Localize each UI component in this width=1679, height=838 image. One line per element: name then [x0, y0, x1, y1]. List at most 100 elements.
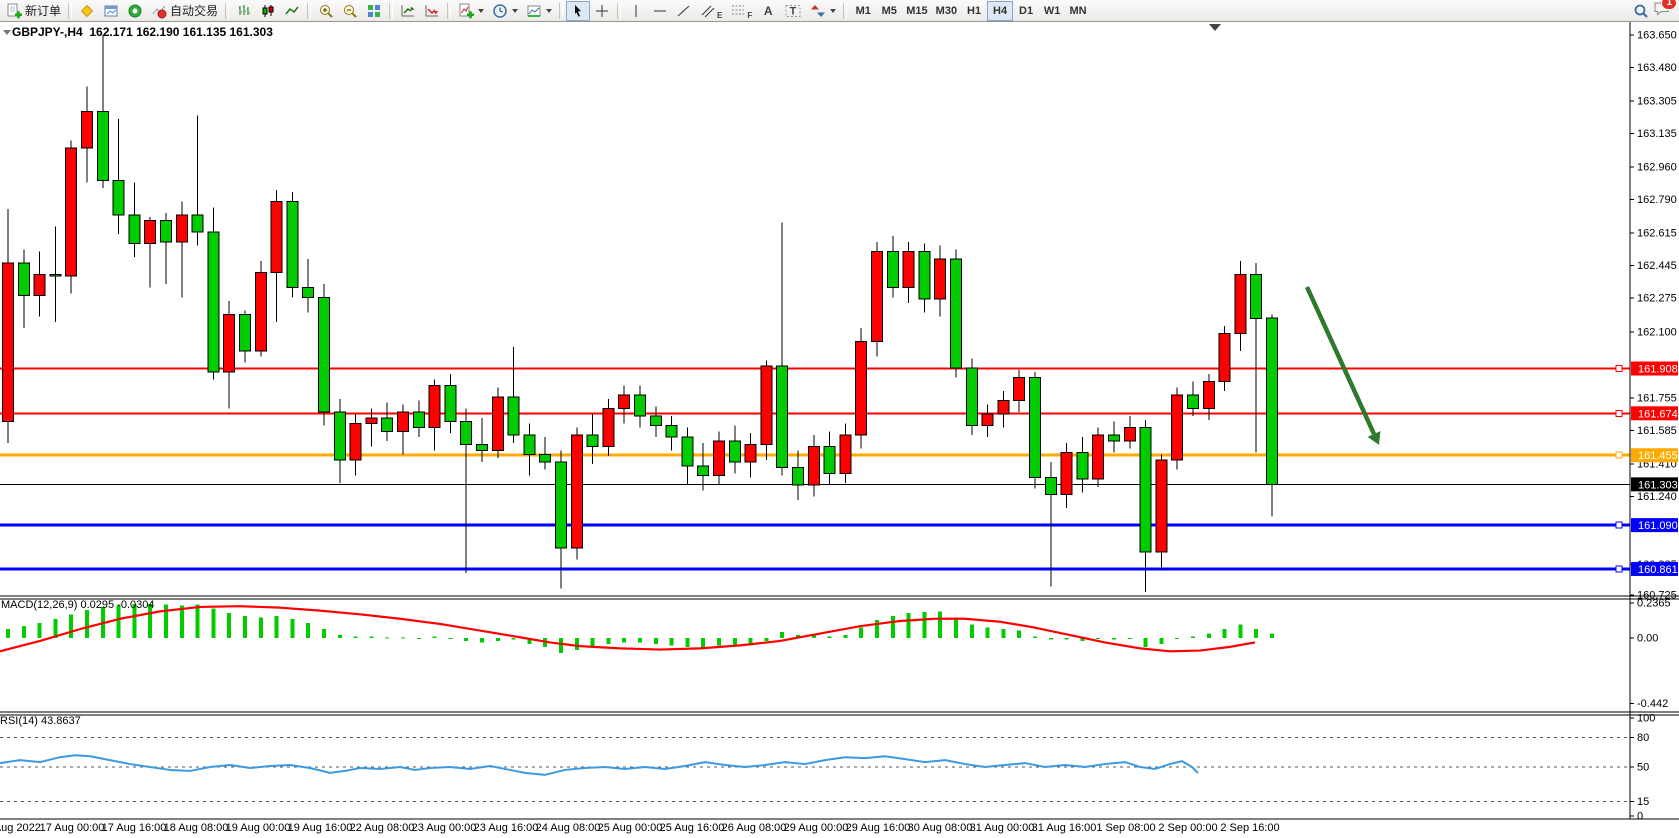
timeframe-button-MN[interactable]: MN [1065, 1, 1091, 21]
shapes-tool-button[interactable] [806, 1, 840, 21]
timeframe-button-M5[interactable]: M5 [876, 1, 902, 21]
timeframe-button-D1[interactable]: D1 [1013, 1, 1039, 21]
candle-body [366, 418, 377, 424]
dropdown-arrow-icon [478, 9, 484, 13]
time-axis-label: 17 Aug 16:00 [102, 822, 167, 834]
vertical-line-tool-button[interactable] [624, 1, 648, 21]
timeframe-button-H1[interactable]: H1 [961, 1, 987, 21]
candle-body [34, 274, 45, 295]
candle-body [966, 368, 977, 425]
macd-histogram-bar [780, 632, 784, 638]
search-button[interactable] [1629, 1, 1653, 21]
new-order-button[interactable]: 新订单 [2, 1, 65, 21]
text-label-tool-button[interactable]: T [780, 1, 806, 21]
candle-body [255, 272, 266, 350]
macd-histogram-bar [828, 637, 832, 638]
trendline-icon [676, 3, 692, 19]
macd-histogram-bar [638, 638, 642, 642]
time-axis-label: 23 Aug 00:00 [412, 822, 477, 834]
macd-histogram-bar [464, 638, 468, 641]
candle-body [761, 366, 772, 444]
title-marker-icon [3, 30, 11, 35]
candlestick-chart-button[interactable] [256, 1, 280, 21]
timeframe-button-W1[interactable]: W1 [1039, 1, 1065, 21]
macd-histogram-bar [591, 638, 595, 647]
periods-icon [424, 3, 440, 19]
toolbar-separator [559, 3, 563, 19]
candle-body [113, 181, 124, 215]
trendline-tool-button[interactable] [672, 1, 696, 21]
price-tick-label: 161.755 [1637, 392, 1677, 404]
toolbar-separator [447, 3, 451, 19]
macd-histogram-bar [622, 638, 626, 642]
macd-histogram-bar [1112, 638, 1116, 639]
candle-body [935, 259, 946, 299]
candle-body [524, 435, 535, 454]
text-tool-button[interactable]: A [756, 1, 780, 21]
time-axis-label: 31 Aug 00:00 [970, 822, 1035, 834]
chart-canvas[interactable]: 163.650163.480163.305163.135162.960162.7… [0, 0, 1679, 838]
period-selector-button[interactable] [488, 1, 522, 21]
candle-body [398, 412, 409, 431]
chart-profile-button[interactable] [522, 1, 556, 21]
price-tick-label: 163.135 [1637, 128, 1677, 140]
zoom-in-icon [318, 3, 334, 19]
search-icon [1633, 3, 1649, 19]
macd-histogram-bar [385, 637, 389, 638]
resistance-line-2-handle[interactable] [1616, 410, 1622, 416]
navigator-button[interactable] [123, 1, 147, 21]
macd-histogram-bar [1033, 637, 1037, 638]
channel-icon [700, 3, 716, 19]
line-chart-button[interactable] [280, 1, 304, 21]
rsi-tick-label: 0 [1637, 811, 1643, 823]
candle-body [540, 454, 551, 462]
resistance-line-1-handle[interactable] [1616, 366, 1622, 372]
candle-body [413, 412, 424, 427]
zoom-out-button[interactable] [338, 1, 362, 21]
timeframe-button-M1[interactable]: M1 [850, 1, 876, 21]
candle-body [129, 215, 140, 244]
fibonacci-icon [730, 3, 746, 19]
text-tool-label: A [764, 4, 773, 18]
candle-body [224, 315, 235, 372]
time-axis-label: 16 Aug 2022 [0, 822, 41, 834]
notifications-button[interactable]: 1 [1653, 0, 1671, 22]
tile-windows-button[interactable] [362, 1, 386, 21]
zoom-in-button[interactable] [314, 1, 338, 21]
macd-histogram-bar [369, 637, 373, 638]
cursor-tool-button[interactable] [566, 1, 590, 21]
macd-histogram-bar [1049, 638, 1053, 639]
macd-histogram-bar [1191, 637, 1195, 638]
candle-body [1077, 452, 1088, 479]
timeframe-button-M30[interactable]: M30 [932, 1, 961, 21]
macd-histogram-bar [717, 638, 721, 645]
support-line-1-handle[interactable] [1616, 522, 1622, 528]
macd-histogram-bar [1270, 634, 1274, 638]
support-line-2-price-text: 160.861 [1638, 564, 1678, 576]
indicators-button[interactable] [396, 1, 420, 21]
data-window-button[interactable] [99, 1, 123, 21]
macd-histogram-bar [1238, 625, 1242, 638]
support-line-2-handle[interactable] [1616, 566, 1622, 572]
crosshair-tool-button[interactable] [590, 1, 614, 21]
bar-chart-button[interactable] [232, 1, 256, 21]
rsi-tick-label: 15 [1637, 796, 1649, 808]
candle-body [1124, 427, 1135, 440]
market-watch-button[interactable] [75, 1, 99, 21]
timeframe-button-M15[interactable]: M15 [902, 1, 931, 21]
candle-body [571, 435, 582, 548]
pivot-line-handle[interactable] [1616, 452, 1622, 458]
support-line-1-price-text: 161.090 [1638, 520, 1678, 532]
candle-body [982, 414, 993, 425]
candle-body [919, 251, 930, 299]
timeframe-button-H4[interactable]: H4 [987, 1, 1013, 21]
macd-histogram-bar [1159, 638, 1163, 644]
pivot-line-price-text: 161.455 [1638, 450, 1678, 462]
new-chart-button[interactable] [454, 1, 488, 21]
fibonacci-tool-button[interactable]: F [726, 1, 756, 21]
candle-body [1156, 460, 1167, 552]
auto-trading-button[interactable]: 自动交易 [147, 1, 222, 21]
horizontal-line-tool-button[interactable] [648, 1, 672, 21]
periods-button[interactable] [420, 1, 444, 21]
channel-tool-button[interactable]: E [696, 1, 726, 21]
